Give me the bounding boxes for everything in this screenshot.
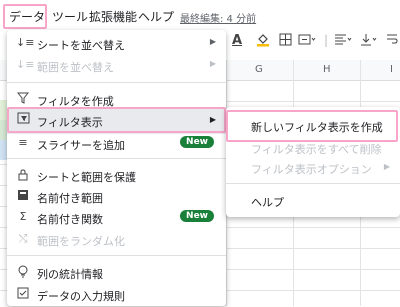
menu-tools[interactable]: ツール [52,8,88,25]
data-menu-highlight [3,4,47,29]
filter-views-highlight [7,107,226,133]
column-header-g[interactable]: G [255,64,263,75]
menu-item-column-stats[interactable]: 列の統計情報 [7,261,226,285]
new-badge: New [180,210,214,222]
menu-item-named-functions[interactable]: Σ 名前付き関数 New [7,206,226,230]
merge-cells-icon[interactable] [298,33,316,49]
submenu-item-filter-view-options[interactable]: フィルタ表示オプション ▶ [226,157,400,179]
submenu-item-label: ヘルプ [251,196,284,209]
chevron-right-icon: ▶ [209,37,216,46]
menu-item-label: 名前付き範囲 [37,192,103,205]
menu-item-sort-sheet[interactable]: ↓≡ シートを並べ替え ▶ [7,32,226,56]
menu-item-label: データの入力規則 [37,290,125,303]
submenu-divider [226,183,400,184]
menu-help[interactable]: ヘルプ [138,8,174,25]
data-menu: ↓≡ シートを並べ替え ▶ ↓≡ 範囲を並べ替え ▶ フィルタを作成 フィルタ表… [7,30,226,306]
menu-item-label: 名前付き関数 [37,213,103,226]
text-wrap-icon[interactable] [386,33,398,49]
menu-item-label: 列の統計情報 [37,268,103,281]
new-filter-view-highlight [226,110,398,142]
sort-icon: ↓≡ [16,36,35,49]
menu-item-data-validation[interactable]: データの入力規則 [7,283,226,307]
menu-item-label: 範囲をランダム化 [37,235,125,248]
column-header-i[interactable]: I [390,64,393,75]
lock-icon [16,168,30,182]
menu-divider [7,158,226,159]
chevron-right-icon: ▶ [383,162,390,171]
sigma-icon: Σ [19,210,27,223]
menu-divider [7,255,226,256]
filter-icon [16,92,30,106]
sort-icon: ↓≡ [16,58,35,71]
menu-item-label: 範囲を並べ替え [37,61,114,74]
submenu-item-label: フィルタ表示をすべて削除 [251,143,382,156]
column-header-h[interactable]: H [323,64,331,75]
paint-bucket-icon[interactable] [256,33,270,50]
last-edit-link[interactable]: 最終編集: 4 分前 [180,10,256,25]
menu-item-label: シートと範囲を保護 [37,171,136,184]
validation-icon [16,287,30,301]
borders-icon[interactable] [279,33,292,49]
new-badge: New [180,136,214,148]
submenu-item-help[interactable]: ヘルプ [226,190,400,212]
menu-divider [7,82,226,83]
lightbulb-icon [16,265,30,279]
named-range-icon [16,189,30,203]
menu-item-add-slicer[interactable]: ≡ スライサーを追加 New [7,132,226,156]
menu-item-sort-range[interactable]: ↓≡ 範囲を並べ替え ▶ [7,54,226,78]
shuffle-icon: ⤭ [18,232,28,245]
toolbar-divider: | [324,33,329,47]
menu-item-randomize-range[interactable]: ⤭ 範囲をランダム化 [7,228,226,252]
slicer-icon: ≡ [18,136,28,149]
align-bottom-icon[interactable] [360,33,380,49]
chevron-right-icon: ▶ [209,59,216,68]
submenu-item-label: フィルタ表示オプション [251,163,372,176]
text-color-button[interactable]: A [232,33,242,48]
align-left-icon[interactable] [334,33,354,49]
menu-item-label: シートを並べ替え [37,39,125,52]
menu-extensions[interactable]: 拡張機能 [89,8,137,25]
menu-item-label: スライサーを追加 [37,139,125,152]
